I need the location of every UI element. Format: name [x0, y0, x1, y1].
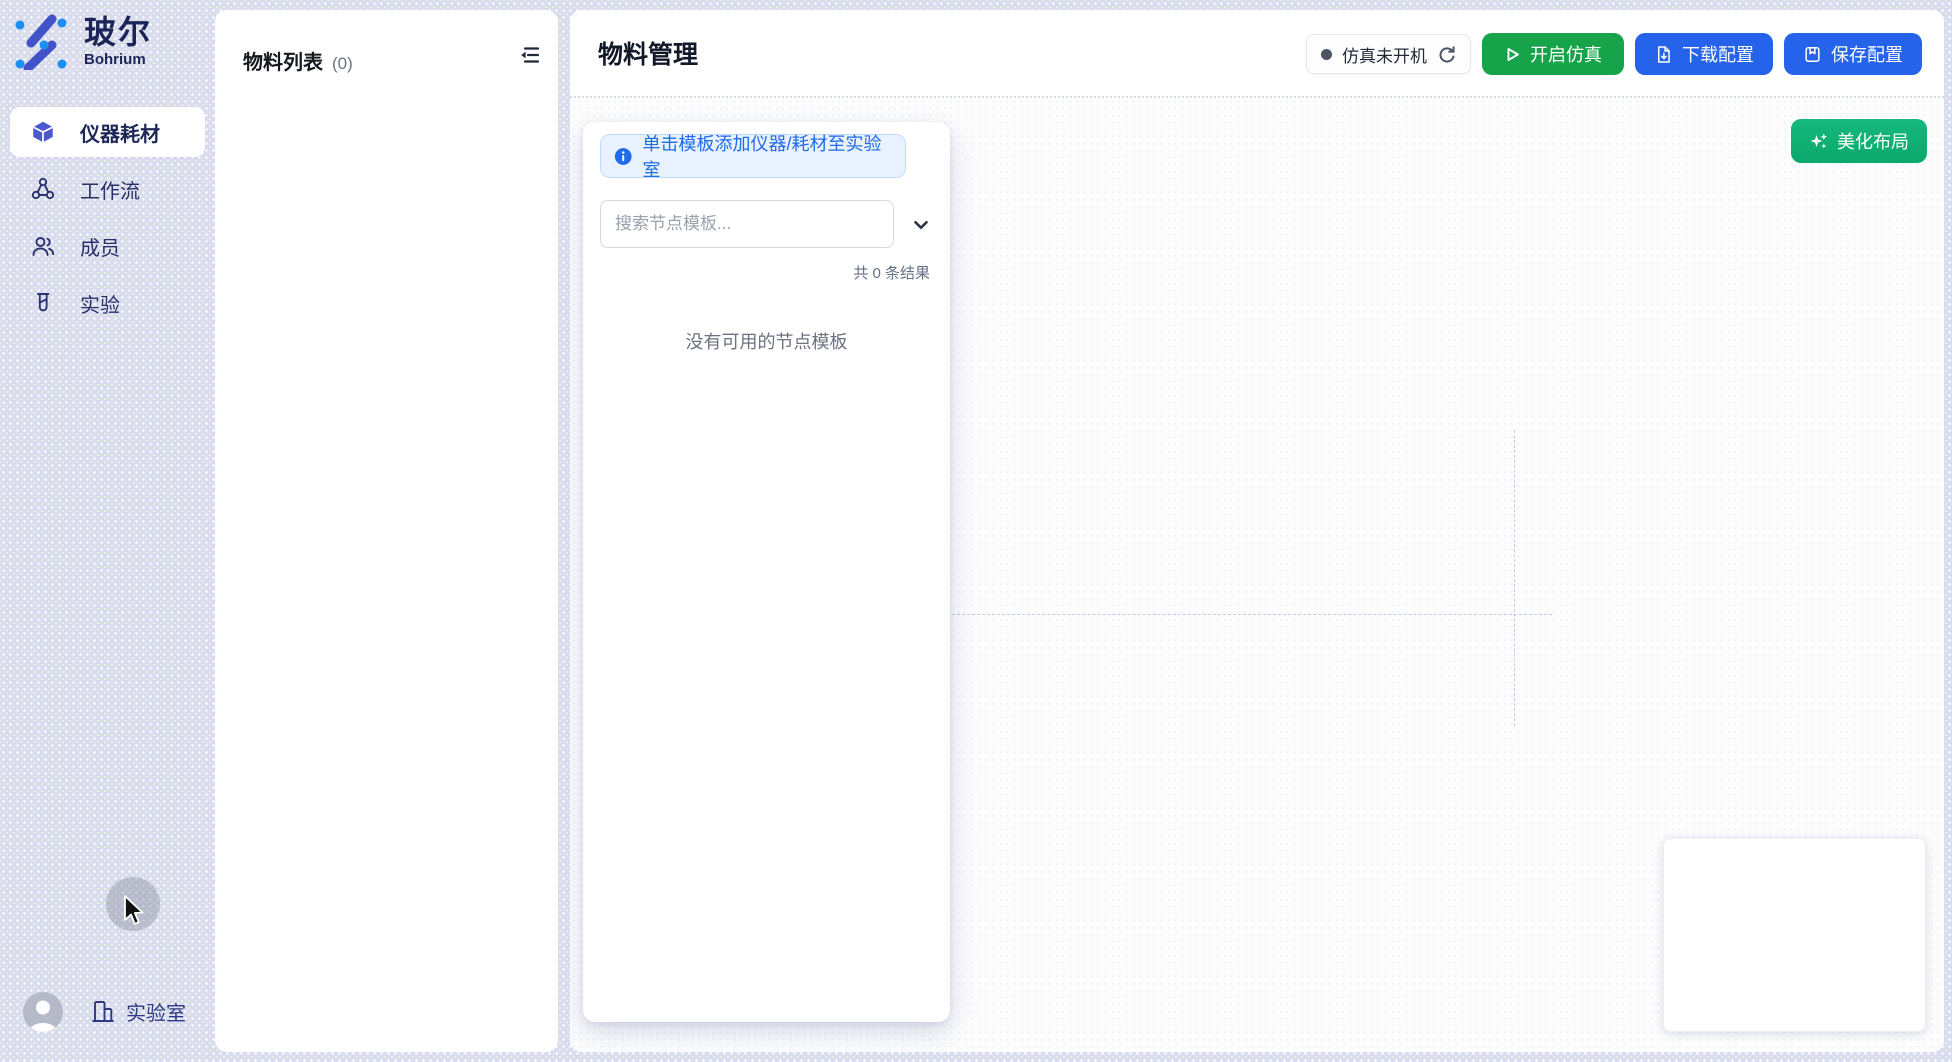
brand-name-en: Bohrium	[84, 51, 152, 68]
cube-icon	[30, 119, 56, 145]
collapse-panel-button[interactable]	[514, 40, 544, 70]
guide-line-horizontal	[952, 614, 1552, 615]
minimap[interactable]	[1663, 838, 1926, 1032]
sidebar-item-label: 实验	[80, 289, 120, 318]
materials-panel: 物料列表 (0)	[215, 10, 558, 1052]
brand-name-cn: 玻尔	[84, 15, 152, 49]
start-simulation-button[interactable]: 开启仿真	[1482, 33, 1624, 75]
materials-panel-header: 物料列表 (0)	[215, 10, 558, 75]
sidebar-footer: 实验室	[0, 990, 215, 1036]
page-background: 玻尔 Bohrium 仪器耗材	[0, 0, 1952, 1062]
sidebar-nav: 仪器耗材 工作流	[0, 107, 215, 335]
lab-switcher[interactable]: 实验室	[90, 997, 186, 1026]
materials-panel-title: 物料列表	[243, 46, 323, 75]
start-simulation-label: 开启仿真	[1530, 41, 1602, 67]
header-controls: 仿真未开机 开启仿真	[1306, 10, 1922, 98]
save-config-button[interactable]: 保存配置	[1784, 33, 1922, 75]
avatar-person-icon	[23, 992, 63, 1032]
template-panel: 单击模板添加仪器/耗材至实验室 共 0 条结果 没有可用的节点模板	[583, 122, 950, 1022]
play-icon	[1504, 46, 1521, 63]
sidebar-item-workflow[interactable]: 工作流	[10, 164, 205, 214]
simulation-status-label: 仿真未开机	[1342, 42, 1427, 67]
info-icon	[614, 147, 632, 166]
info-banner: 单击模板添加仪器/耗材至实验室	[600, 134, 906, 178]
refresh-icon[interactable]	[1437, 45, 1456, 64]
simulation-status-pill[interactable]: 仿真未开机	[1306, 34, 1471, 74]
test-tube-icon	[30, 290, 56, 316]
flow-canvas[interactable]: 单击模板添加仪器/耗材至实验室 共 0 条结果 没有可用的节点模板	[570, 98, 1944, 1052]
page-title: 物料管理	[598, 35, 698, 71]
sidebar-item-experiments[interactable]: 实验	[10, 278, 205, 328]
materials-count-badge: (0)	[332, 54, 353, 74]
sidebar-item-label: 仪器耗材	[80, 118, 160, 147]
workflow-icon	[30, 176, 56, 202]
empty-message: 没有可用的节点模板	[583, 328, 950, 354]
guide-line-vertical	[1514, 430, 1515, 726]
beautify-layout-label: 美化布局	[1837, 128, 1909, 154]
sparkles-icon	[1809, 132, 1828, 151]
bohrium-logo-icon	[14, 12, 68, 70]
download-config-button[interactable]: 下载配置	[1635, 33, 1773, 75]
save-icon	[1803, 45, 1822, 64]
sidebar-item-members[interactable]: 成员	[10, 221, 205, 271]
save-config-label: 保存配置	[1831, 41, 1903, 67]
chevron-down-icon	[910, 214, 932, 236]
template-filter-toggle[interactable]	[906, 211, 936, 239]
mouse-cursor	[124, 895, 146, 927]
main-card: 物料管理 仿真未开机 开启仿真	[570, 10, 1944, 1052]
building-icon	[90, 998, 116, 1026]
members-icon	[30, 233, 56, 259]
brand-logo[interactable]: 玻尔 Bohrium	[14, 12, 152, 70]
status-dot	[1321, 49, 1332, 60]
info-banner-text: 单击模板添加仪器/耗材至实验室	[642, 130, 892, 182]
sidebar-item-label: 工作流	[80, 175, 140, 204]
lab-label: 实验室	[126, 997, 186, 1026]
result-count: 共 0 条结果	[583, 262, 950, 280]
file-download-icon	[1654, 45, 1673, 64]
sidebar-item-label: 成员	[80, 232, 120, 261]
collapse-icon	[517, 43, 541, 67]
beautify-layout-button[interactable]: 美化布局	[1791, 119, 1927, 163]
main-header: 物料管理 仿真未开机 开启仿真	[570, 10, 1944, 98]
search-row	[600, 200, 940, 248]
search-input[interactable]	[600, 200, 894, 248]
sidebar-item-instruments[interactable]: 仪器耗材	[10, 107, 205, 157]
download-config-label: 下载配置	[1682, 41, 1754, 67]
avatar[interactable]	[23, 992, 63, 1032]
sidebar: 玻尔 Bohrium 仪器耗材	[0, 0, 215, 1062]
